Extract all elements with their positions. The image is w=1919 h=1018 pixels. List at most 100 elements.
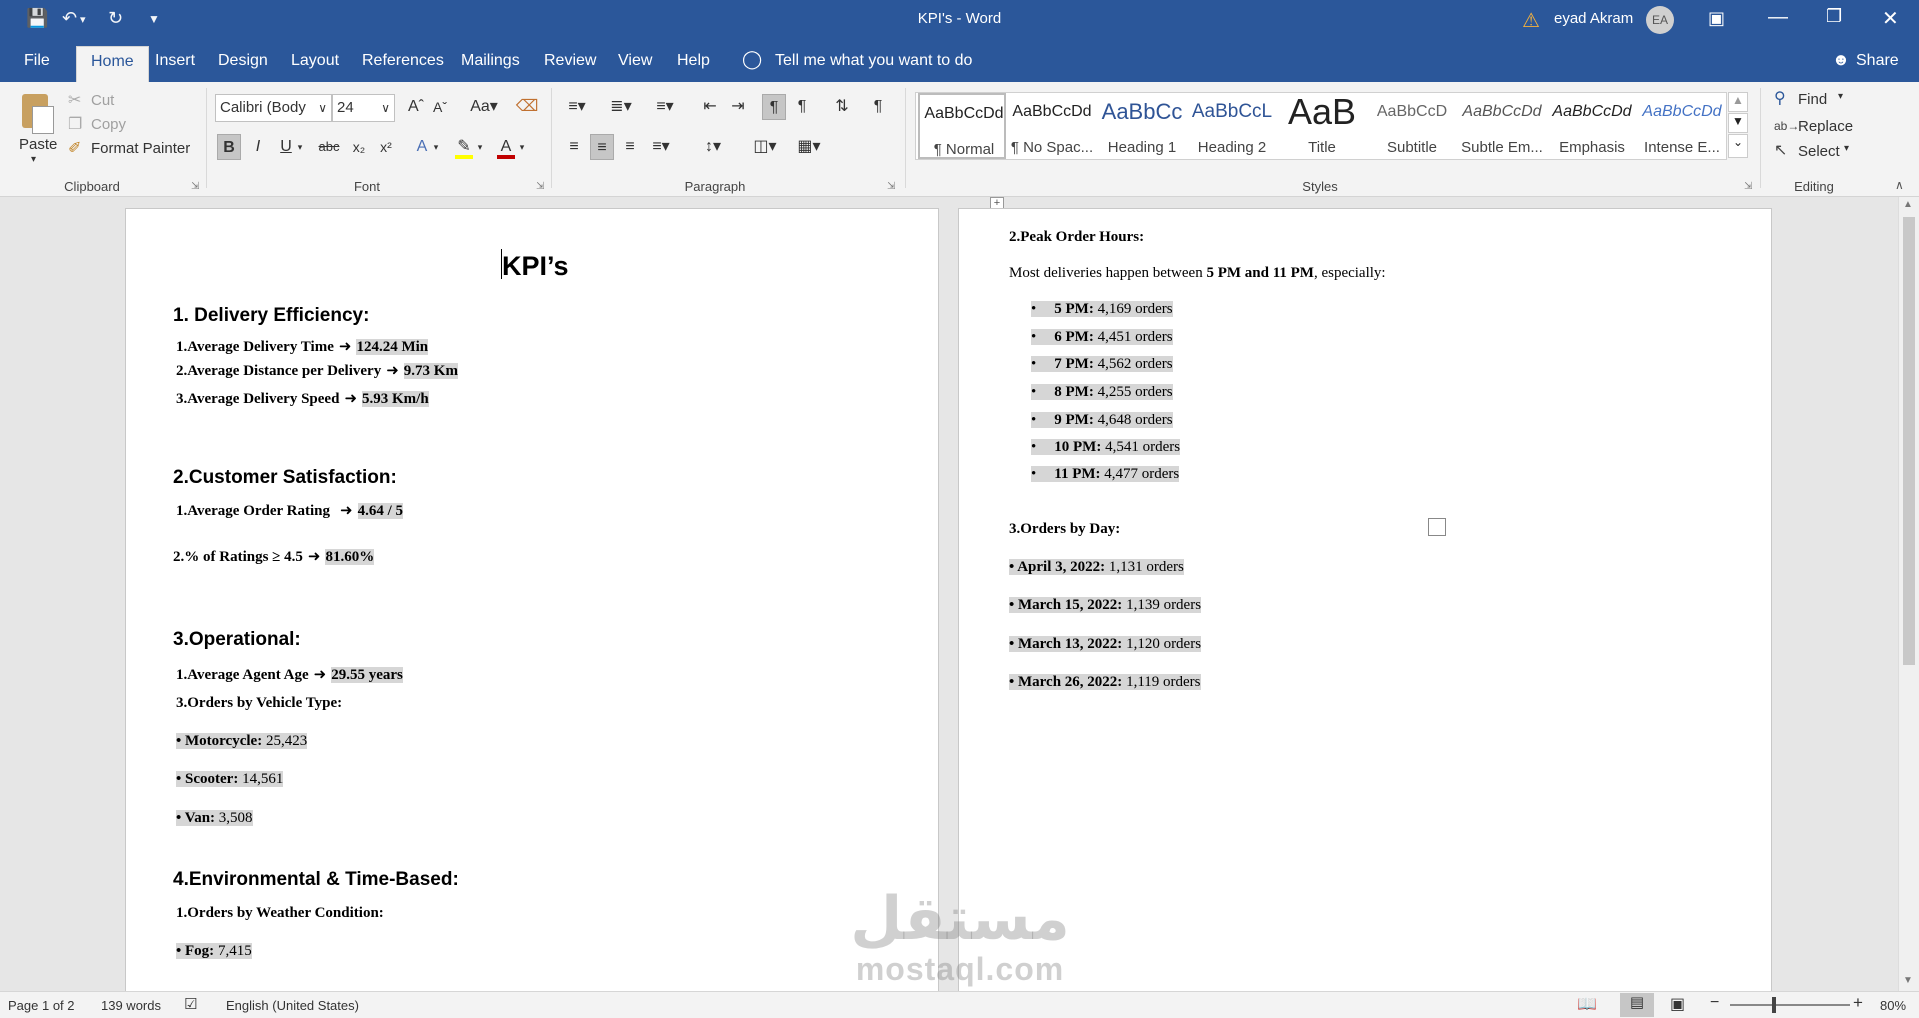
- list-item[interactable]: • Van: 3,508: [176, 810, 253, 827]
- web-layout-icon[interactable]: ▣: [1670, 994, 1685, 1014]
- zoom-in-icon[interactable]: +: [1853, 993, 1863, 1013]
- collapse-ribbon-icon[interactable]: ∧: [1895, 178, 1904, 192]
- page-count[interactable]: Page 1 of 2: [8, 998, 75, 1013]
- list-item[interactable]: • March 13, 2022: 1,120 orders: [1009, 636, 1202, 653]
- scroll-up-icon[interactable]: ▲: [1903, 199, 1913, 210]
- kpi-line[interactable]: 1.Average Order Rating ➜ 4.64 / 5: [176, 501, 403, 520]
- show-formatting-marks-icon[interactable]: ¶: [866, 94, 890, 120]
- share-button[interactable]: Share: [1856, 52, 1899, 70]
- highlight-color-icon[interactable]: ✎: [452, 134, 476, 160]
- list-item[interactable]: • 7 PM: 4,562 orders: [1031, 356, 1173, 373]
- style-intense-emphasis[interactable]: AaBbCcDd Intense E...: [1638, 93, 1726, 159]
- subheading[interactable]: 3.Orders by Day:: [1009, 521, 1120, 538]
- sort-icon[interactable]: ⇅: [830, 94, 854, 120]
- page-1[interactable]: KPI’s 1. Delivery Efficiency: 1.Average …: [125, 208, 939, 991]
- paste-icon[interactable]: [18, 90, 58, 136]
- tab-file[interactable]: File: [24, 52, 50, 70]
- bullets-icon[interactable]: ≡▾: [562, 94, 592, 120]
- cut-button[interactable]: Cut: [91, 92, 114, 109]
- list-item[interactable]: • Scooter: 14,561: [176, 771, 284, 788]
- tab-review[interactable]: Review: [544, 52, 596, 70]
- copy-button[interactable]: Copy: [91, 116, 126, 133]
- format-painter-button[interactable]: Format Painter: [91, 140, 190, 157]
- paragraph-launcher-icon[interactable]: ⇲: [887, 181, 895, 192]
- list-item[interactable]: • March 26, 2022: 1,119 orders: [1009, 674, 1201, 691]
- list-item[interactable]: • 11 PM: 4,477 orders: [1031, 466, 1180, 483]
- align-center-icon[interactable]: ≡: [590, 134, 614, 160]
- styles-scroll-up-icon[interactable]: ▲: [1728, 92, 1748, 112]
- vertical-scrollbar[interactable]: ▲ ▼: [1898, 197, 1919, 991]
- italic-button[interactable]: I: [246, 134, 270, 160]
- replace-button[interactable]: Replace: [1798, 118, 1853, 135]
- list-item[interactable]: • March 15, 2022: 1,139 orders: [1009, 597, 1202, 614]
- section-heading[interactable]: 3.Operational:: [173, 629, 301, 651]
- kpi-line[interactable]: 3.Average Delivery Speed ➜ 5.93 Km/h: [176, 389, 429, 408]
- shrink-font-icon[interactable]: Aˇ: [428, 94, 452, 120]
- kpi-line[interactable]: 1.Average Delivery Time ➜ 124.24 Min: [176, 337, 429, 356]
- document-title[interactable]: KPI’s: [502, 251, 569, 282]
- tab-help[interactable]: Help: [677, 52, 710, 70]
- style-emphasis[interactable]: AaBbCcDd Emphasis: [1548, 93, 1636, 159]
- tab-insert[interactable]: Insert: [155, 52, 195, 70]
- kpi-line[interactable]: 1.Average Agent Age ➜ 29.55 years: [176, 665, 403, 684]
- tab-design[interactable]: Design: [218, 52, 268, 70]
- ltr-direction-icon[interactable]: ¶: [762, 94, 786, 120]
- select-dropdown-icon[interactable]: ▾: [1844, 143, 1849, 154]
- decrease-indent-icon[interactable]: ⇤: [698, 94, 722, 120]
- proofing-icon[interactable]: ☑: [184, 995, 197, 1013]
- change-case-icon[interactable]: Aa▾: [465, 94, 503, 120]
- checkbox-icon[interactable]: [1428, 518, 1446, 536]
- customize-quick-access-icon[interactable]: ▼: [148, 12, 160, 26]
- style-title[interactable]: AaB Title: [1278, 93, 1366, 159]
- language-status[interactable]: English (United States): [226, 998, 359, 1013]
- print-layout-icon[interactable]: ▤: [1620, 993, 1654, 1017]
- styles-launcher-icon[interactable]: ⇲: [1744, 181, 1752, 192]
- section-heading[interactable]: 4.Environmental & Time-Based:: [173, 869, 459, 891]
- section-heading[interactable]: 1. Delivery Efficiency:: [173, 305, 369, 327]
- find-dropdown-icon[interactable]: ▾: [1838, 91, 1843, 102]
- font-launcher-icon[interactable]: ⇲: [536, 181, 544, 192]
- list-item[interactable]: • 6 PM: 4,451 orders: [1031, 329, 1173, 346]
- tell-me-search[interactable]: Tell me what you want to do: [775, 52, 972, 70]
- align-right-icon[interactable]: ≡: [618, 134, 642, 160]
- kpi-line[interactable]: 2.Average Distance per Delivery ➜ 9.73 Km: [176, 361, 458, 380]
- undo-icon[interactable]: ↶: [62, 8, 77, 29]
- underline-dropdown-icon[interactable]: ▾: [294, 134, 306, 160]
- font-size-combo[interactable]: 24 ∨: [332, 94, 395, 122]
- scroll-down-icon[interactable]: ▼: [1903, 975, 1913, 986]
- zoom-out-icon[interactable]: −: [1710, 994, 1719, 1012]
- line-spacing-icon[interactable]: ↕▾: [696, 134, 730, 160]
- find-button[interactable]: Find: [1798, 91, 1827, 108]
- tab-references[interactable]: References: [362, 52, 444, 70]
- page-2[interactable]: 2.Peak Order Hours: Most deliveries happ…: [958, 208, 1772, 991]
- style-subtitle[interactable]: AaBbCcD Subtitle: [1368, 93, 1456, 159]
- paragraph[interactable]: Most deliveries happen between 5 PM and …: [1009, 265, 1386, 282]
- grow-font-icon[interactable]: Aˆ: [404, 94, 428, 120]
- section-heading[interactable]: 2.Customer Satisfaction:: [173, 467, 397, 489]
- styles-more-icon[interactable]: ⌄: [1728, 134, 1748, 158]
- close-icon[interactable]: ✕: [1882, 6, 1899, 31]
- highlight-dropdown-icon[interactable]: ▾: [474, 134, 486, 160]
- list-item[interactable]: • 5 PM: 4,169 orders: [1031, 301, 1173, 318]
- list-item[interactable]: • 8 PM: 4,255 orders: [1031, 384, 1173, 401]
- restore-icon[interactable]: ❐: [1826, 6, 1842, 27]
- style-normal[interactable]: AaBbCcDd ¶ Normal: [918, 93, 1006, 159]
- list-item[interactable]: • 10 PM: 4,541 orders: [1031, 439, 1181, 456]
- superscript-button[interactable]: x²: [374, 134, 398, 160]
- clear-formatting-icon[interactable]: ⌫: [515, 94, 539, 120]
- tab-layout[interactable]: Layout: [291, 52, 339, 70]
- zoom-slider[interactable]: [1730, 1004, 1850, 1006]
- clipboard-launcher-icon[interactable]: ⇲: [191, 181, 199, 192]
- numbering-icon[interactable]: ≣▾: [604, 94, 638, 120]
- strikethrough-button[interactable]: abc: [315, 134, 343, 160]
- zoom-level[interactable]: 80%: [1880, 998, 1906, 1013]
- rtl-direction-icon[interactable]: ¶: [790, 94, 814, 120]
- style-no-spacing[interactable]: AaBbCcDd ¶ No Spac...: [1008, 93, 1096, 159]
- minimize-icon[interactable]: —: [1768, 6, 1788, 29]
- word-count[interactable]: 139 words: [101, 998, 161, 1013]
- tab-home[interactable]: Home: [76, 46, 149, 82]
- align-left-icon[interactable]: ≡: [562, 134, 586, 160]
- share-icon[interactable]: ☻: [1832, 50, 1850, 70]
- list-item[interactable]: • Fog: 7,415: [176, 943, 252, 960]
- list-item[interactable]: • 9 PM: 4,648 orders: [1031, 412, 1173, 429]
